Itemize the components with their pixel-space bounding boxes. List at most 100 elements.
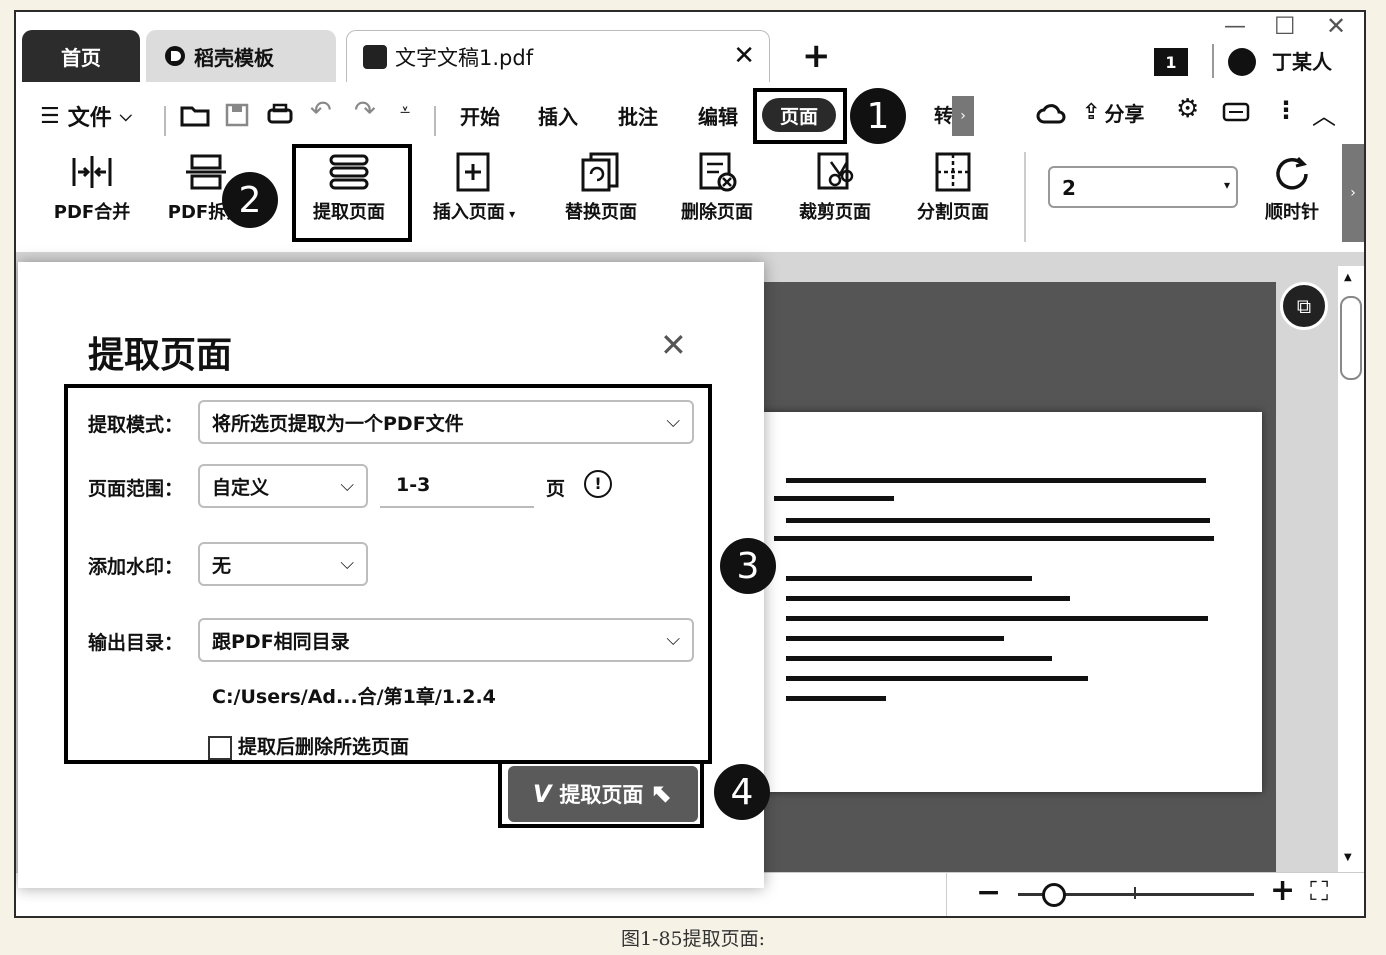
zoom-in-icon[interactable]: +	[1270, 873, 1295, 908]
vertical-scrollbar[interactable]: ▲ ▼	[1338, 266, 1364, 872]
pdf-text-line	[774, 496, 894, 501]
avatar[interactable]	[1228, 48, 1256, 76]
pdf-text-line	[786, 616, 1208, 621]
open-folder-icon[interactable]	[180, 102, 210, 128]
pdf-text-line	[786, 636, 1004, 641]
close-window-button[interactable]: ✕	[1326, 12, 1346, 40]
tab-document[interactable]: 文字文稿1.pdf ✕	[346, 30, 770, 82]
zoom-out-icon[interactable]: −	[976, 875, 1001, 910]
insert-page-button[interactable]: 插入页面 ▾	[422, 152, 526, 224]
docer-logo-icon	[165, 46, 185, 66]
replace-page-label: 替换页面	[565, 202, 637, 223]
pdf-file-icon	[363, 44, 387, 69]
float-tool-icon[interactable]: ⧉	[1280, 282, 1328, 330]
divider	[434, 106, 436, 136]
delete-page-button[interactable]: 删除页面	[672, 152, 762, 224]
divider	[1212, 44, 1214, 78]
rotate-clockwise-button[interactable]: 顺时针	[1252, 152, 1332, 224]
dialog-title: 提取页面	[88, 335, 233, 376]
pdf-merge-button[interactable]: PDF合并	[50, 152, 134, 224]
highlight-box-2	[292, 144, 412, 242]
print-icon[interactable]	[266, 102, 294, 128]
crop-page-button[interactable]: 裁剪页面	[790, 152, 880, 224]
figure-caption: 图1-85提取页面:	[620, 928, 766, 950]
settings-gear-icon[interactable]: ⚙	[1176, 94, 1199, 124]
collapse-ribbon-icon[interactable]: ︿	[1312, 96, 1336, 131]
pdf-text-line	[786, 676, 1088, 681]
pdf-text-line	[786, 596, 1070, 601]
dropdown-caret-icon: ▾	[1223, 178, 1230, 192]
delete-page-label: 删除页面	[681, 202, 753, 223]
scrollbar-thumb[interactable]	[1340, 296, 1362, 380]
divider	[946, 873, 947, 916]
crop-page-label: 裁剪页面	[799, 202, 871, 223]
ribbon-scroll-right-icon[interactable]: ›	[1342, 144, 1364, 242]
delete-page-icon	[699, 152, 737, 192]
quick-access-more-icon[interactable]: ⩡	[400, 100, 410, 121]
tab-home[interactable]: 首页	[22, 30, 140, 82]
more-options-icon[interactable]: ⋮	[1274, 96, 1298, 124]
share-button[interactable]: ⇪ 分享	[1082, 98, 1144, 127]
divide-page-icon	[935, 152, 971, 192]
insert-page-label: 插入页面	[432, 202, 505, 223]
highlight-box-4	[498, 760, 704, 828]
file-menu-label: 文件	[67, 106, 112, 131]
window-counter-badge[interactable]: 1	[1154, 48, 1188, 76]
dropdown-caret-icon: ▾	[504, 207, 516, 221]
page-number-value: 2	[1062, 176, 1076, 200]
divider	[1024, 152, 1026, 242]
pdf-text-line	[786, 656, 1052, 661]
pdf-text-line	[786, 576, 1032, 581]
save-icon[interactable]	[224, 102, 250, 128]
split-icon	[186, 154, 226, 190]
menu-insert[interactable]: 插入	[538, 101, 578, 130]
highlight-box-3	[64, 384, 712, 764]
menu-bar: ☰ 文件 ⌵ ↶ ↷ ⩡ 开始 插入 批注 编辑 页面 1 转 › ⇪ 分享 ⚙…	[16, 84, 1364, 146]
rotate-clockwise-icon	[1276, 156, 1308, 190]
scroll-down-icon[interactable]: ▼	[1344, 852, 1352, 863]
redo-icon[interactable]: ↷	[354, 96, 376, 126]
tab-template-label: 稻壳模板	[194, 45, 274, 70]
menu-start[interactable]: 开始	[460, 101, 500, 130]
step-badge-2: 2	[222, 172, 278, 228]
chevron-down-icon: ⌵	[119, 106, 132, 125]
cloud-sync-icon[interactable]	[1036, 100, 1068, 128]
pdf-text-line	[774, 536, 1214, 541]
divide-page-button[interactable]: 分割页面	[908, 152, 998, 224]
comment-icon[interactable]	[1222, 102, 1250, 126]
step-badge-3: 3	[720, 538, 776, 594]
undo-icon[interactable]: ↶	[310, 96, 332, 126]
new-tab-button[interactable]: +	[802, 36, 831, 76]
file-menu[interactable]: ☰ 文件 ⌵	[40, 100, 132, 132]
divider	[164, 106, 166, 136]
scroll-up-icon[interactable]: ▲	[1344, 272, 1352, 283]
menu-convert[interactable]: 转	[934, 101, 953, 128]
insert-page-icon	[456, 152, 490, 192]
replace-page-button[interactable]: 替换页面	[556, 152, 646, 224]
page-number-input[interactable]: 2 ▾	[1048, 166, 1238, 208]
pdf-page-thumbnail[interactable]	[762, 412, 1262, 792]
hamburger-icon: ☰	[40, 103, 60, 129]
replace-page-icon	[581, 152, 619, 192]
pdf-text-line	[786, 696, 886, 701]
pdf-text-line	[786, 518, 1210, 523]
pdf-merge-label: PDF合并	[53, 202, 131, 223]
fullscreen-icon[interactable]: ⛶	[1310, 877, 1328, 908]
tab-template[interactable]: 稻壳模板	[146, 30, 336, 82]
maximize-button[interactable]: ☐	[1274, 12, 1296, 40]
tab-document-label: 文字文稿1.pdf	[395, 45, 534, 70]
close-tab-icon[interactable]: ✕	[733, 41, 755, 71]
menu-annotate[interactable]: 批注	[618, 101, 658, 130]
app-window: 首页 稻壳模板 文字文稿1.pdf ✕ + 1 丁某人 — ☐ ✕ ☰ 文件 ⌵…	[14, 10, 1366, 918]
menu-edit[interactable]: 编辑	[698, 101, 738, 130]
divide-page-label: 分割页面	[917, 202, 989, 223]
tab-home-label: 首页	[61, 45, 101, 70]
step-badge-1: 1	[850, 88, 906, 144]
user-name[interactable]: 丁某人	[1272, 46, 1332, 75]
zoom-slider-handle[interactable]	[1042, 883, 1066, 907]
minimize-button[interactable]: —	[1224, 14, 1246, 39]
share-icon: ⇪	[1082, 100, 1101, 125]
menu-scroll-right-icon[interactable]: ›	[952, 96, 974, 136]
dialog-close-icon[interactable]: ✕	[660, 326, 687, 364]
zoom-tick	[1134, 887, 1136, 899]
